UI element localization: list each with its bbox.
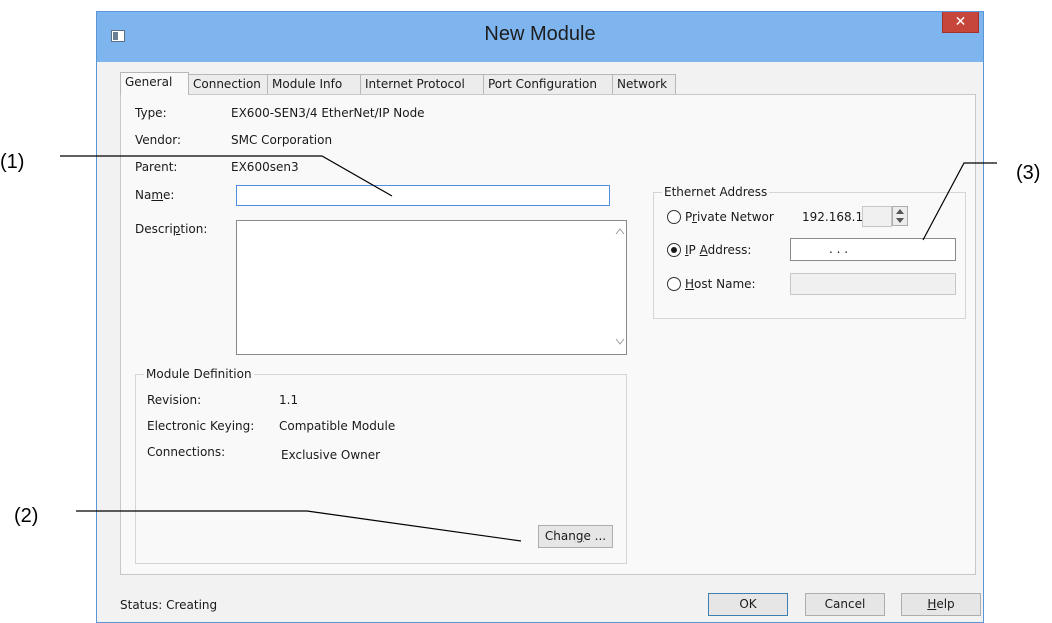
module-definition-group: Module Definition Revision: 1.1 Electron…	[135, 367, 627, 564]
private-network-octet-input[interactable]	[862, 206, 892, 227]
tab-port-configuration[interactable]: Port Configuration	[483, 74, 613, 94]
revision-label: Revision:	[147, 393, 202, 407]
host-name-label: Host Name:	[685, 277, 756, 291]
general-tab-panel: Type: EX600-SEN3/4 EtherNet/IP Node Vend…	[120, 94, 976, 575]
change-button[interactable]: Change ...	[538, 525, 613, 548]
dialog-client: General Connection Module Info Internet …	[105, 62, 981, 616]
name-label: Name:	[135, 188, 175, 202]
window-title: New Module	[484, 23, 596, 45]
status-text: Status: Creating	[120, 598, 218, 612]
parent-value: EX600sen3	[231, 160, 299, 174]
connections-label: Connections:	[147, 445, 226, 459]
description-label: Description:	[135, 222, 208, 236]
spin-up-icon[interactable]	[896, 209, 904, 214]
spin-down-icon[interactable]	[896, 218, 904, 223]
vendor-value: SMC Corporation	[231, 133, 333, 147]
ethernet-address-title: Ethernet Address	[662, 185, 770, 199]
ip-address-input[interactable]: . . .	[790, 238, 956, 261]
callout-2: (2)	[14, 505, 39, 527]
ethernet-address-group: Ethernet Address Private Networ 192.168.…	[653, 185, 966, 319]
electronic-keying-label: Electronic Keying:	[147, 419, 255, 433]
private-network-radio[interactable]	[667, 210, 681, 224]
revision-value: 1.1	[279, 393, 299, 407]
host-name-radio[interactable]	[667, 277, 681, 291]
tab-internet-protocol[interactable]: Internet Protocol	[360, 74, 484, 94]
ip-address-radio[interactable]	[667, 243, 681, 257]
tab-connection[interactable]: Connection	[188, 74, 268, 94]
host-name-input[interactable]	[790, 273, 956, 295]
type-label: Type:	[135, 106, 167, 120]
callout-3: (3)	[1016, 162, 1041, 184]
close-icon: ✕	[954, 14, 967, 30]
ok-button[interactable]: OK	[708, 593, 788, 616]
vendor-label: Vendor:	[135, 133, 181, 147]
close-button[interactable]: ✕	[942, 12, 979, 33]
electronic-keying-value: Compatible Module	[279, 419, 396, 433]
title-bar[interactable]: New Module ✕	[97, 12, 983, 62]
ip-address-label: IP Address:	[685, 243, 752, 257]
parent-label: Parent:	[135, 160, 178, 174]
module-definition-title: Module Definition	[144, 367, 254, 381]
scroll-down-icon[interactable]	[615, 338, 625, 346]
name-input[interactable]	[236, 185, 610, 206]
scroll-up-icon[interactable]	[615, 227, 625, 235]
help-button[interactable]: Help	[901, 593, 981, 616]
callout-1: (1)	[0, 151, 25, 173]
description-textarea[interactable]	[236, 220, 627, 355]
tab-network[interactable]: Network	[612, 74, 676, 94]
connections-value: Exclusive Owner	[281, 448, 381, 462]
tab-general[interactable]: General	[120, 72, 189, 95]
cancel-button[interactable]: Cancel	[805, 593, 885, 616]
private-network-prefix: 192.168.1.	[802, 210, 867, 224]
new-module-dialog: New Module ✕ General Connection Module I…	[96, 11, 984, 623]
type-value: EX600-SEN3/4 EtherNet/IP Node	[231, 106, 425, 120]
private-network-spinner[interactable]	[892, 206, 908, 226]
tab-module-info[interactable]: Module Info	[267, 74, 361, 94]
ip-address-value: . . .	[829, 242, 849, 256]
private-network-label: Private Networ	[685, 210, 774, 224]
